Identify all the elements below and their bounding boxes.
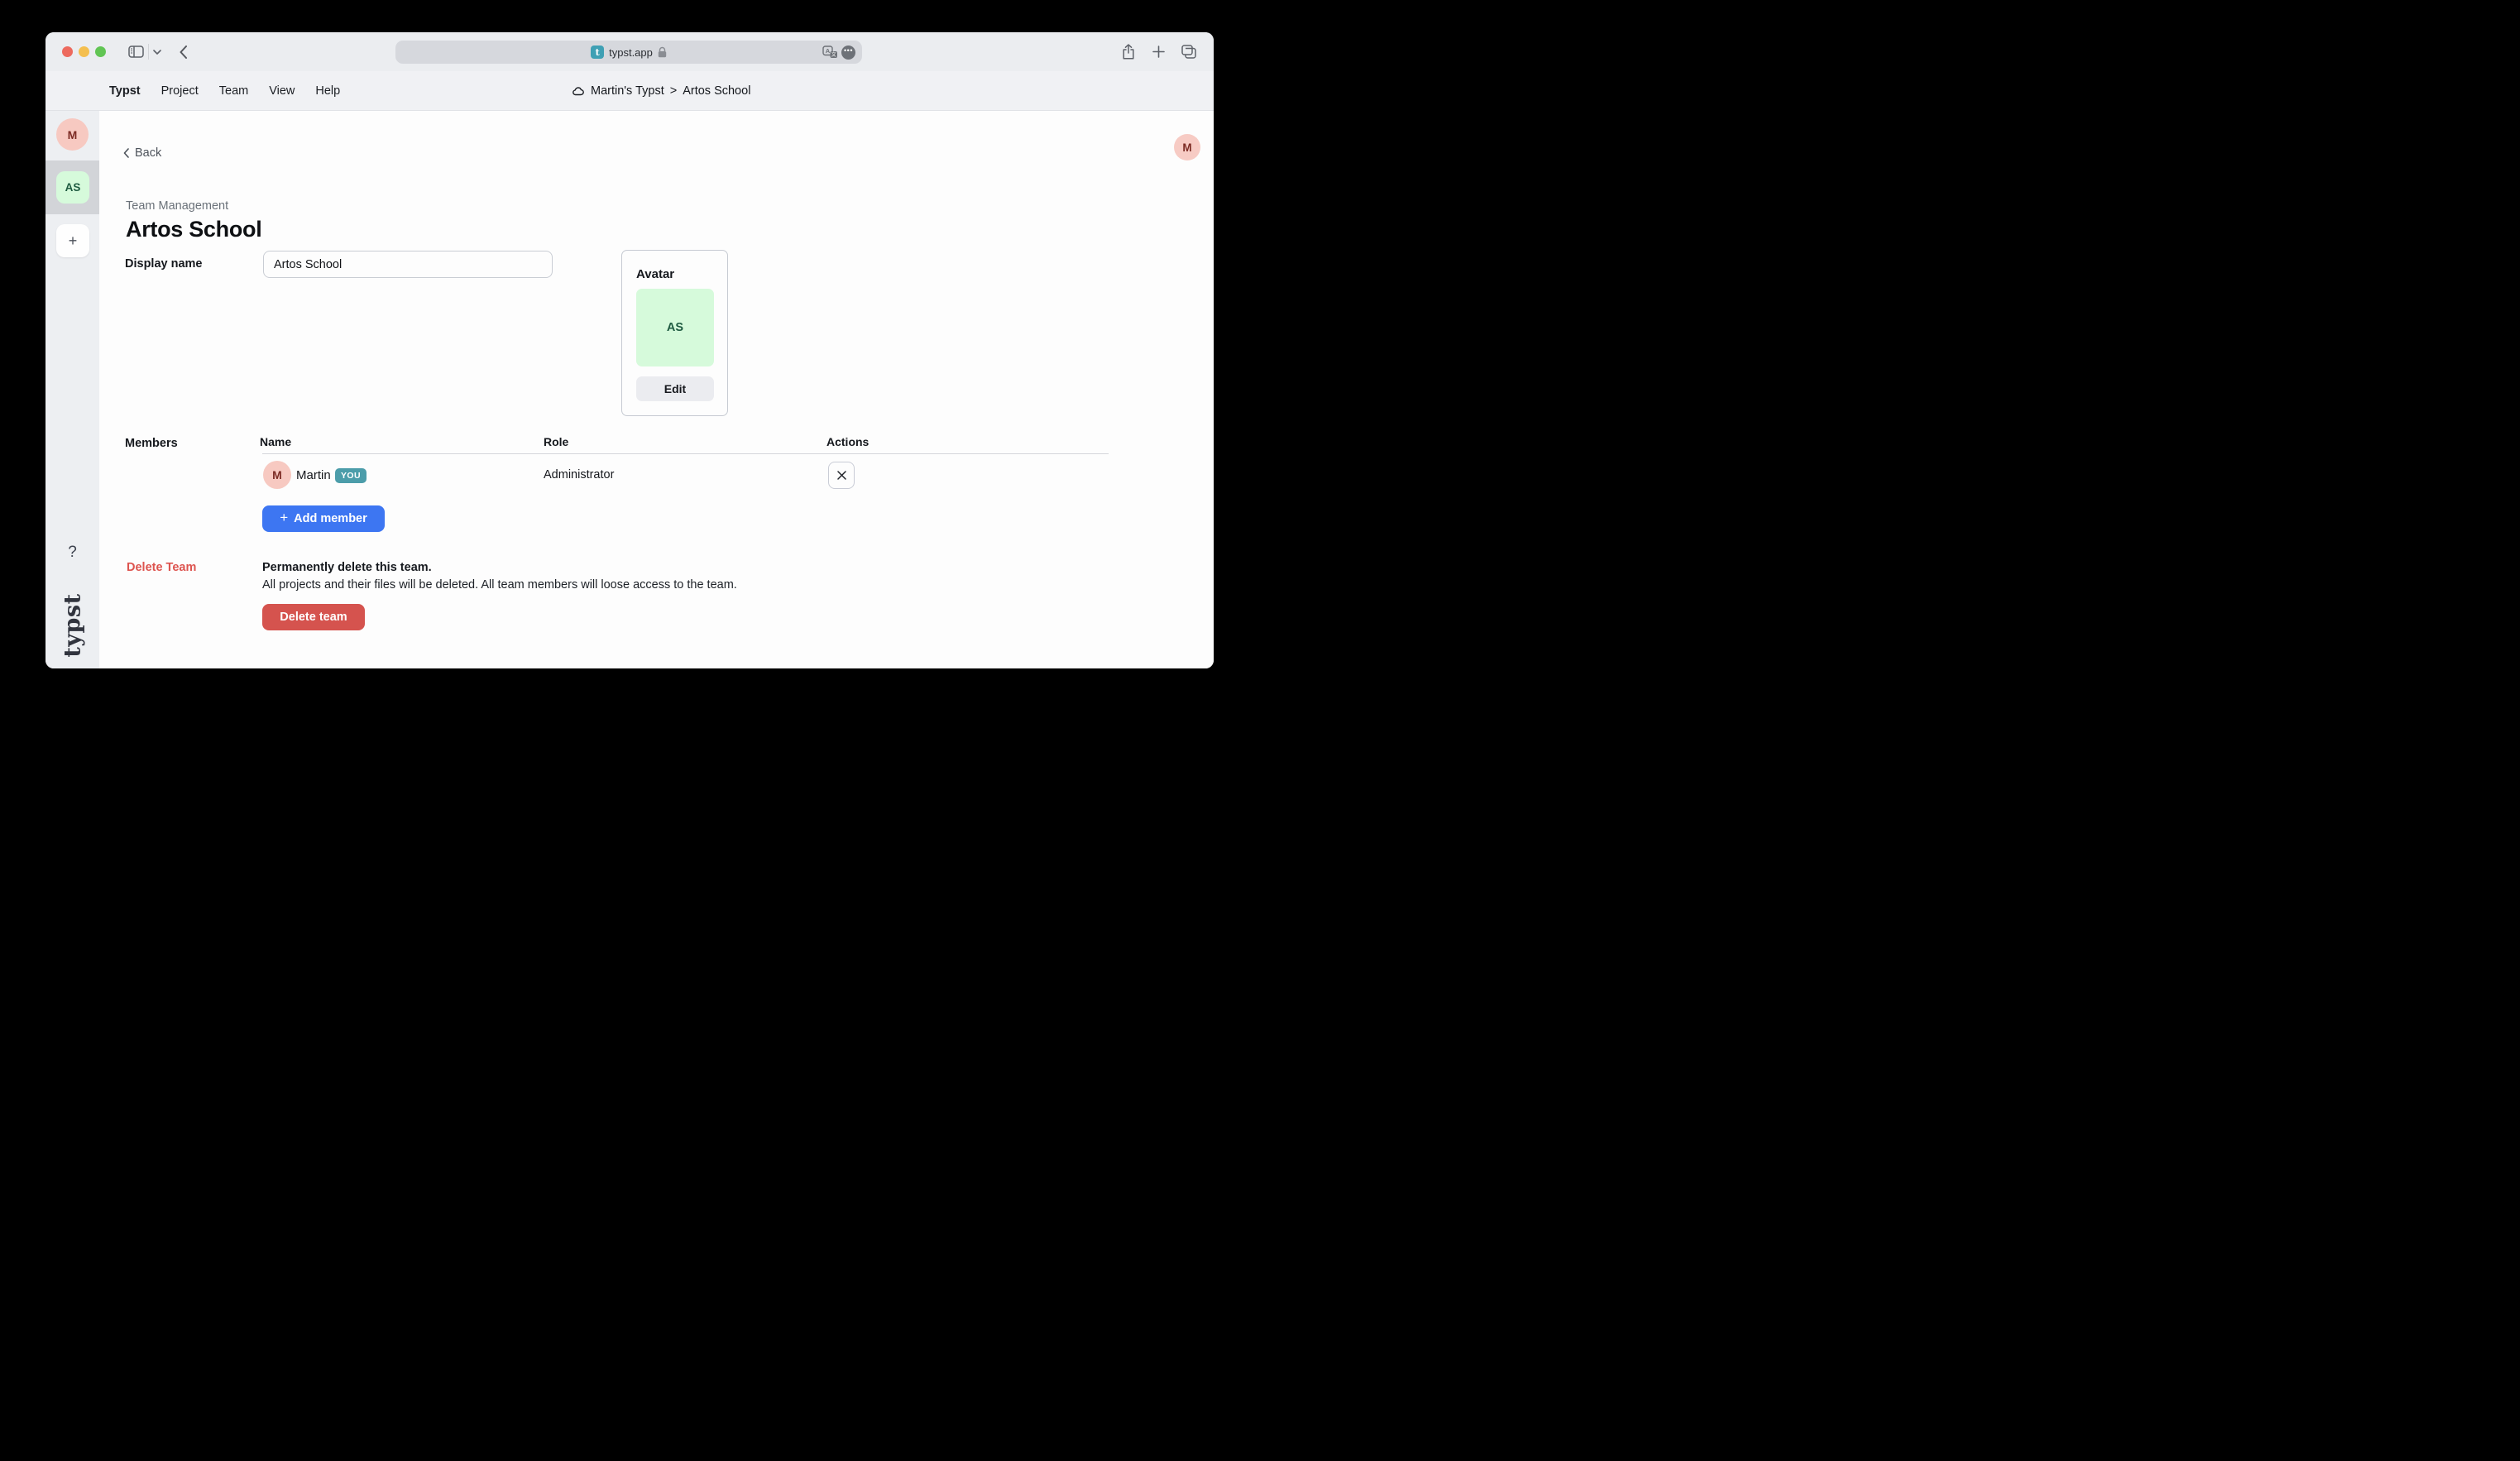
close-icon — [837, 471, 846, 480]
members-label: Members — [125, 437, 178, 450]
breadcrumb-page[interactable]: Artos School — [683, 84, 750, 98]
sidebar-item-selected-highlight: AS — [46, 160, 99, 214]
share-icon[interactable] — [1119, 32, 1138, 71]
zoom-window-button[interactable] — [95, 46, 106, 57]
back-navigation-icon[interactable] — [176, 32, 189, 71]
toolbar-divider — [148, 44, 149, 60]
typst-logo: typst — [60, 593, 85, 657]
address-bar[interactable]: t typst.app A 文 ••• — [395, 41, 862, 64]
back-link-label: Back — [135, 146, 161, 160]
url-text: typst.app — [609, 46, 653, 59]
table-header-divider — [262, 453, 1109, 454]
svg-text:文: 文 — [831, 51, 836, 58]
add-member-button[interactable]: + Add member — [262, 505, 385, 532]
chevron-left-icon — [123, 148, 129, 158]
section-label: Team Management — [126, 199, 228, 213]
sidebar-toggle-icon[interactable] — [127, 32, 145, 71]
close-window-button[interactable] — [62, 46, 73, 57]
translate-icon[interactable]: A 文 — [822, 46, 838, 59]
delete-team-heading: Permanently delete this team. — [262, 561, 432, 574]
chevron-down-icon[interactable] — [152, 32, 162, 71]
column-header-role: Role — [544, 435, 568, 448]
member-avatar: M — [263, 461, 291, 489]
breadcrumb-separator: > — [670, 84, 677, 98]
delete-team-button[interactable]: Delete team — [262, 604, 365, 630]
menu-view[interactable]: View — [269, 84, 295, 98]
add-member-label: Add member — [294, 512, 367, 525]
menu-project[interactable]: Project — [161, 84, 199, 98]
lock-icon — [658, 46, 667, 58]
delete-team-description: All projects and their files will be del… — [262, 578, 737, 592]
menu-team[interactable]: Team — [219, 84, 248, 98]
browser-window: t typst.app A 文 ••• — [46, 32, 1214, 668]
cloud-icon — [572, 86, 585, 96]
you-badge: YOU — [335, 468, 367, 483]
member-name: Martin — [296, 468, 331, 482]
user-avatar[interactable]: M — [1174, 134, 1200, 160]
sidebar-item-personal-workspace[interactable]: M — [56, 118, 89, 151]
remove-member-button[interactable] — [828, 462, 855, 489]
display-name-label: Display name — [125, 257, 203, 271]
edit-avatar-button[interactable]: Edit — [636, 376, 714, 401]
page-settings-icon[interactable]: ••• — [841, 46, 855, 60]
plus-icon: + — [280, 510, 288, 526]
teams-sidebar: M AS + ? typst — [46, 111, 99, 668]
new-tab-icon[interactable] — [1149, 32, 1167, 71]
display-name-input[interactable] — [263, 251, 553, 278]
breadcrumb: Martin's Typst > Artos School — [572, 71, 750, 110]
add-team-button[interactable]: + — [56, 224, 89, 257]
column-header-name: Name — [260, 435, 291, 448]
help-icon[interactable]: ? — [46, 544, 99, 562]
avatar-card-title: Avatar — [636, 267, 674, 281]
team-management-page: Back M Team Management Artos School Disp… — [99, 111, 1214, 668]
svg-text:A: A — [826, 47, 831, 55]
app-menubar: Typst Project Team View Help Martin's Ty… — [46, 71, 1214, 111]
page-title: Artos School — [126, 217, 261, 242]
breadcrumb-workspace[interactable]: Martin's Typst — [591, 84, 664, 98]
browser-toolbar: t typst.app A 文 ••• — [46, 32, 1214, 71]
member-role: Administrator — [544, 468, 614, 481]
menu-typst[interactable]: Typst — [109, 84, 141, 98]
avatar-card: Avatar AS Edit — [621, 250, 728, 416]
column-header-actions: Actions — [826, 435, 869, 448]
site-favicon: t — [591, 46, 604, 59]
delete-team-section-label: Delete Team — [127, 561, 196, 574]
back-link[interactable]: Back — [123, 146, 161, 160]
menu-help[interactable]: Help — [315, 84, 340, 98]
team-avatar-preview: AS — [636, 289, 714, 366]
sidebar-item-artos-school[interactable]: AS — [56, 171, 89, 204]
tab-overview-icon[interactable] — [1179, 32, 1199, 71]
minimize-window-button[interactable] — [79, 46, 89, 57]
